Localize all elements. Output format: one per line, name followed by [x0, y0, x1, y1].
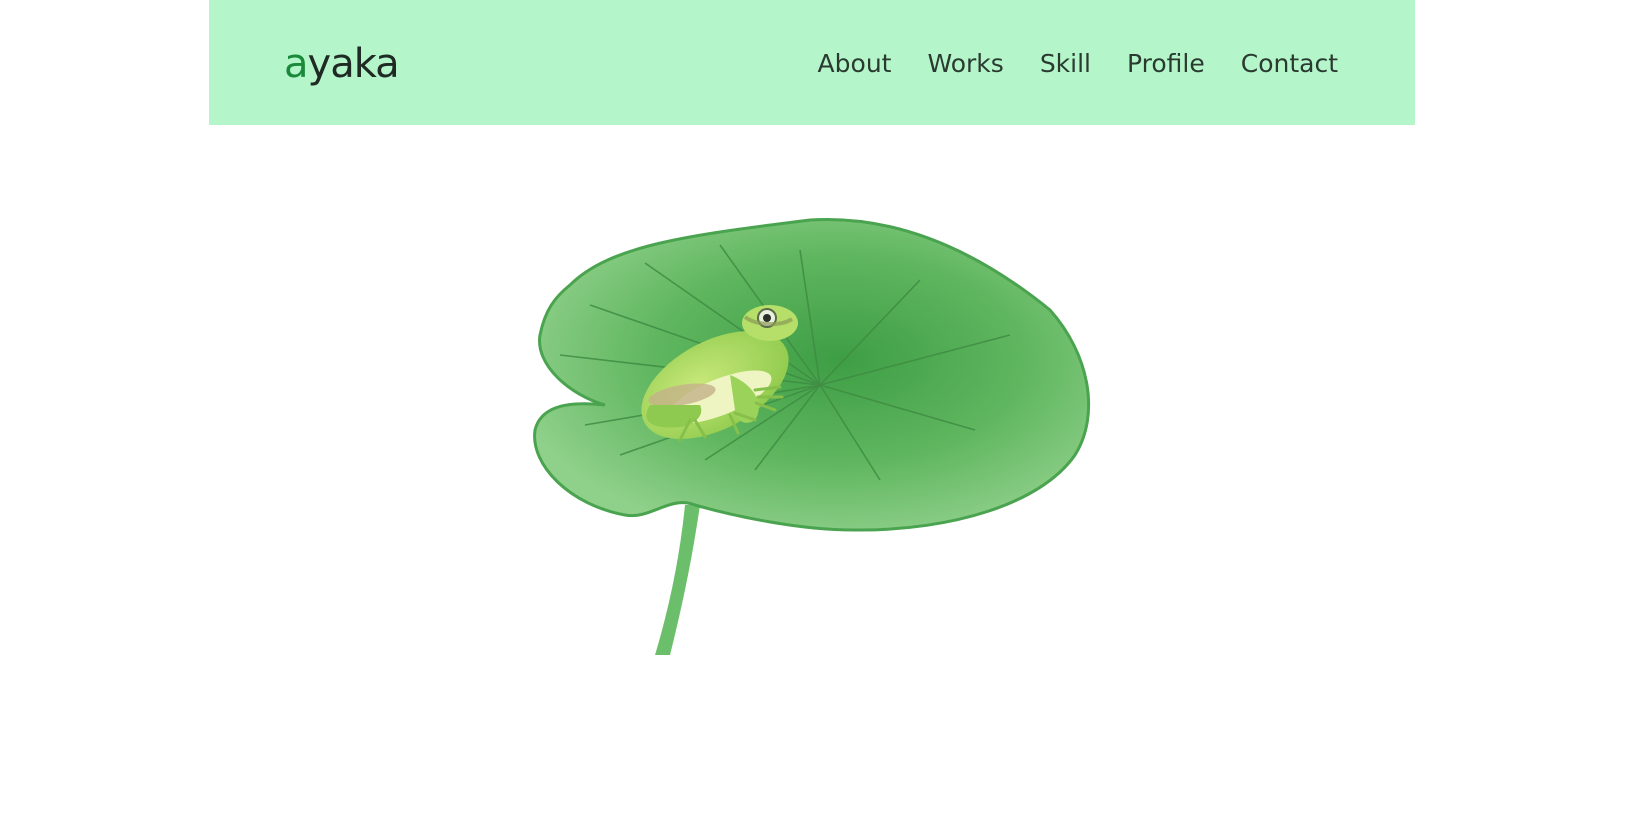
nav-profile[interactable]: Profile — [1127, 44, 1205, 84]
hero-frog-illustration — [533, 217, 1091, 655]
nav-skill[interactable]: Skill — [1040, 44, 1091, 84]
nav-works[interactable]: Works — [927, 44, 1003, 84]
leaf-stem — [655, 505, 700, 655]
main-nav: About Works Skill Profile Contact — [818, 44, 1338, 84]
logo-accent-letter: a — [284, 41, 308, 87]
nav-about[interactable]: About — [818, 44, 892, 84]
nav-contact[interactable]: Contact — [1241, 44, 1338, 84]
logo-text: yaka — [307, 41, 400, 87]
site-header: ayaka About Works Skill Profile Contact — [209, 0, 1415, 125]
lily-pad — [533, 217, 1091, 532]
site-logo[interactable]: ayaka — [284, 40, 400, 88]
